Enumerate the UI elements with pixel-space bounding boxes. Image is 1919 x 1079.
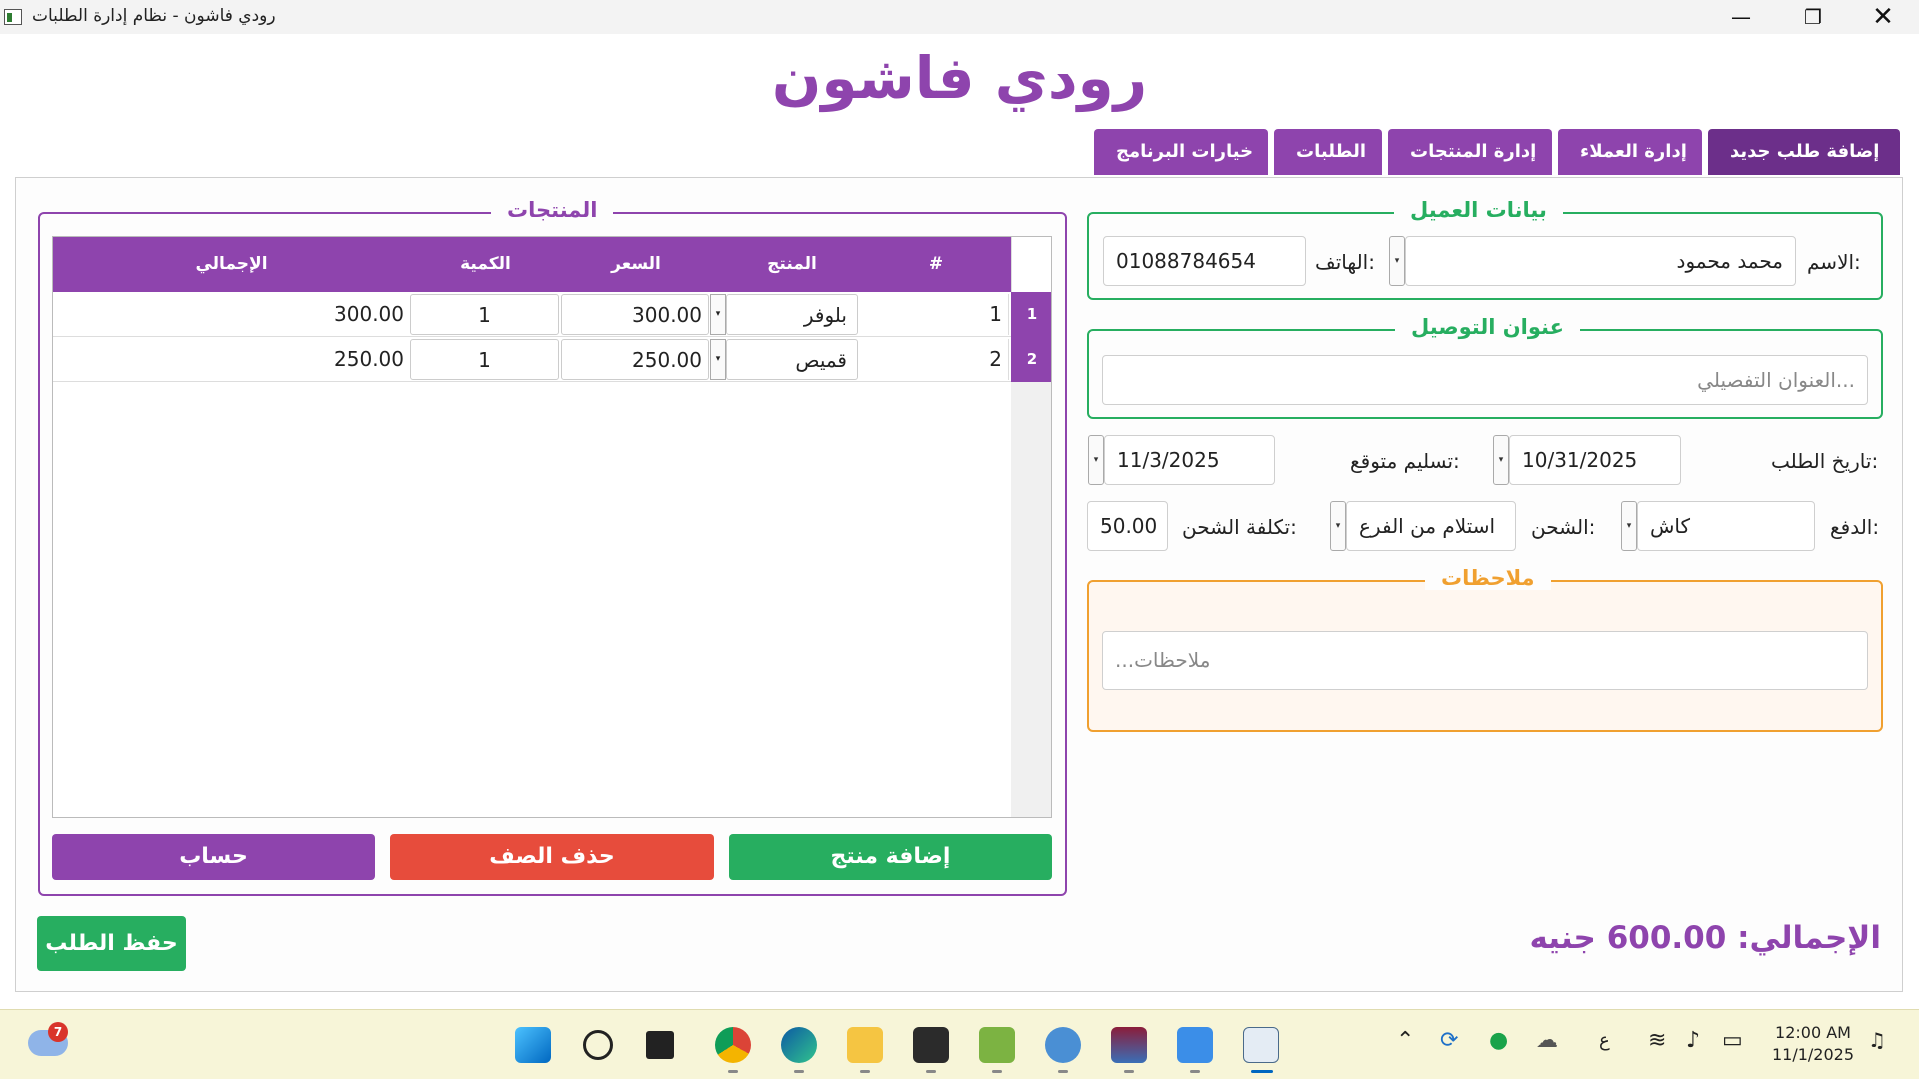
- order-date-label: تاريخ الطلب:: [1771, 449, 1879, 473]
- green-app-icon[interactable]: ●: [1489, 1028, 1508, 1053]
- task-view-icon[interactable]: [646, 1031, 674, 1059]
- window-title-bar: رودي فاشون - نظام إدارة الطلبات — ❐ ✕: [0, 0, 1919, 34]
- clock[interactable]: 12:00 AM 11/1/2025: [1768, 1022, 1858, 1066]
- row-header[interactable]: 1: [1011, 292, 1051, 337]
- address-group-title: عنوان التوصيل: [1395, 315, 1580, 339]
- column-header-qty[interactable]: الكمية: [410, 237, 561, 292]
- column-header-total[interactable]: الإجمالي: [53, 237, 410, 292]
- cell-product[interactable]: قميص: [726, 339, 858, 380]
- column-header-product[interactable]: المنتج: [726, 237, 858, 292]
- delivery-date-label: تسليم متوقع:: [1350, 449, 1460, 473]
- customer-group-title: بيانات العميل: [1394, 198, 1563, 222]
- cell-price[interactable]: 300.00: [561, 294, 709, 335]
- tab-products[interactable]: إدارة المنتجات: [1388, 129, 1552, 175]
- name-label: الاسم:: [1807, 250, 1861, 274]
- weather-badge: 7: [48, 1022, 68, 1042]
- cell-qty[interactable]: 1: [410, 294, 559, 335]
- clock-date: 11/1/2025: [1771, 1045, 1855, 1064]
- phone-label: الهاتف:: [1315, 250, 1375, 274]
- name-dropdown-arrow[interactable]: ▾: [1389, 236, 1405, 286]
- main-tabs: إضافة طلب جديد إدارة العملاء إدارة المنت…: [1094, 129, 1900, 175]
- column-header-num[interactable]: #: [861, 237, 1011, 292]
- edge-icon[interactable]: [781, 1027, 817, 1063]
- battery-icon[interactable]: ▭: [1722, 1028, 1743, 1053]
- language-indicator[interactable]: ع: [1599, 1030, 1610, 1051]
- tab-settings[interactable]: خيارات البرنامج: [1094, 129, 1268, 175]
- minimize-button[interactable]: —: [1706, 0, 1776, 34]
- save-order-button[interactable]: حفظ الطلب: [37, 916, 186, 971]
- row-header[interactable]: 2: [1011, 337, 1051, 382]
- tab-customers[interactable]: إدارة العملاء: [1558, 129, 1702, 175]
- products-table: # المنتج السعر الكمية الإجمالي 1 بلوفر ▾…: [52, 236, 1052, 818]
- delivery-date-dropdown-arrow[interactable]: ▾: [1088, 435, 1104, 485]
- shipping-dropdown-arrow[interactable]: ▾: [1330, 501, 1346, 551]
- name-input[interactable]: محمد محمود: [1405, 236, 1796, 286]
- address-input[interactable]: العنوان التفصيلي...: [1102, 355, 1868, 405]
- shipping-cost-label: تكلفة الشحن:: [1182, 515, 1297, 539]
- table-row: 1 بلوفر ▾ 300.00 1 300.00: [53, 292, 1011, 337]
- clock-time: 12:00 AM: [1775, 1023, 1851, 1042]
- notes-input[interactable]: ...ملاحظات: [1102, 631, 1868, 690]
- delivery-date-input[interactable]: 11/3/2025: [1104, 435, 1275, 485]
- delete-row-button[interactable]: حذف الصف: [390, 834, 714, 880]
- terminal-icon[interactable]: [913, 1027, 949, 1063]
- notepad-icon[interactable]: [1177, 1027, 1213, 1063]
- image-editor-icon[interactable]: [979, 1027, 1015, 1063]
- column-header-price[interactable]: السعر: [561, 237, 711, 292]
- winrar-icon[interactable]: [1111, 1027, 1147, 1063]
- product-dropdown-arrow[interactable]: ▾: [710, 339, 726, 380]
- search-icon[interactable]: [583, 1030, 613, 1060]
- cell-price[interactable]: 250.00: [561, 339, 709, 380]
- payment-select[interactable]: كاش: [1637, 501, 1815, 551]
- order-date-input[interactable]: 10/31/2025: [1509, 435, 1681, 485]
- shipping-cost-input[interactable]: 50.00: [1087, 501, 1168, 551]
- notification-bell-icon[interactable]: ♫: [1868, 1028, 1886, 1052]
- chevron-up-icon[interactable]: ⌃: [1396, 1028, 1414, 1053]
- window-title: رودي فاشون - نظام إدارة الطلبات: [32, 6, 276, 26]
- qbittorrent-icon[interactable]: [1045, 1027, 1081, 1063]
- order-app-icon[interactable]: [1243, 1027, 1279, 1063]
- file-explorer-icon[interactable]: [847, 1027, 883, 1063]
- chrome-icon[interactable]: [715, 1027, 751, 1063]
- tab-orders[interactable]: الطلبات: [1274, 129, 1382, 175]
- product-dropdown-arrow[interactable]: ▾: [710, 294, 726, 335]
- add-product-button[interactable]: إضافة منتج: [729, 834, 1052, 880]
- volume-icon[interactable]: ♪: [1686, 1028, 1700, 1053]
- calculate-button[interactable]: حساب: [52, 834, 375, 880]
- cell-num[interactable]: 2: [861, 339, 1009, 380]
- tab-new-order[interactable]: إضافة طلب جديد: [1708, 129, 1900, 175]
- order-date-dropdown-arrow[interactable]: ▾: [1493, 435, 1509, 485]
- start-icon[interactable]: [515, 1027, 551, 1063]
- close-button[interactable]: ✕: [1848, 0, 1918, 34]
- grand-total: الإجمالي: 600.00 جنيه: [1529, 920, 1881, 956]
- sync-icon[interactable]: ⟳: [1440, 1028, 1458, 1053]
- cloud-icon[interactable]: ☁: [1536, 1028, 1558, 1053]
- cell-total: 300.00: [334, 302, 404, 326]
- products-group-title: المنتجات: [491, 198, 614, 222]
- table-header: # المنتج السعر الكمية الإجمالي: [53, 237, 1011, 292]
- phone-input[interactable]: 01088784654: [1103, 236, 1306, 286]
- cell-qty[interactable]: 1: [410, 339, 559, 380]
- payment-dropdown-arrow[interactable]: ▾: [1621, 501, 1637, 551]
- notes-group-title: ملاحظات: [1425, 566, 1551, 590]
- table-corner: [1011, 237, 1051, 292]
- cell-product[interactable]: بلوفر: [726, 294, 858, 335]
- maximize-button[interactable]: ❐: [1778, 0, 1848, 34]
- shipping-select[interactable]: استلام من الفرع: [1346, 501, 1516, 551]
- table-row: 2 قميص ▾ 250.00 1 250.00: [53, 337, 1011, 382]
- wifi-icon[interactable]: ≋: [1648, 1028, 1666, 1053]
- taskbar: 7 ⌃ ⟳ ● ☁ ع ≋ ♪ ▭ 12:00 AM 11/1/2025 ♫: [0, 1009, 1919, 1079]
- brand-title: رودي فاشون: [771, 44, 1148, 112]
- app-icon: [4, 9, 22, 25]
- payment-label: الدفع:: [1830, 515, 1880, 539]
- cell-num[interactable]: 1: [861, 294, 1009, 335]
- shipping-label: الشحن:: [1531, 515, 1596, 539]
- cell-total: 250.00: [334, 347, 404, 371]
